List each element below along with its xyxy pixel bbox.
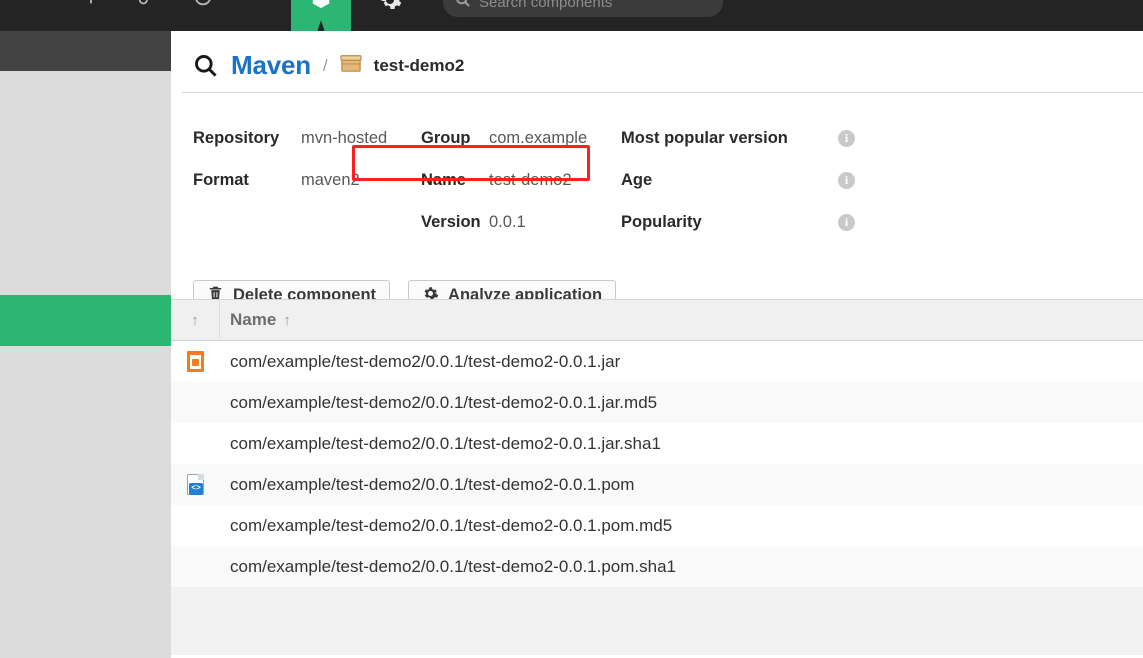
table-row[interactable]: com/example/test-demo2/0.0.1/test-demo2-… (171, 382, 1143, 423)
nav-tab-browse[interactable] (291, 0, 351, 31)
left-sidebar (0, 31, 171, 658)
jar-file-icon (187, 351, 204, 372)
spacer-cell (193, 201, 301, 243)
format-value: maven2 (301, 171, 360, 189)
version-value: 0.0.1 (489, 213, 526, 231)
sort-arrow-up-icon: ↑ (191, 311, 199, 329)
topbar-icon-group (80, 0, 214, 8)
upload-icon[interactable] (80, 0, 102, 8)
search-placeholder: Search components (479, 0, 613, 11)
popularity-label: Popularity (621, 213, 702, 231)
package-icon (340, 53, 362, 78)
popularity-row: Popularity i (621, 201, 855, 243)
table-header-name-column[interactable]: Name ↑ (220, 310, 291, 330)
breadcrumb-component-name: test-demo2 (373, 55, 465, 75)
sidebar-header (0, 31, 171, 71)
server-icon[interactable] (192, 0, 214, 8)
main-content: Maven / test-demo2 Repository mvn-hosted… (171, 31, 1143, 658)
breadcrumb-format-link[interactable]: Maven (231, 50, 311, 81)
search-icon[interactable] (192, 52, 219, 79)
group-label: Group (421, 129, 471, 147)
row-icon-cell: <> (171, 474, 220, 495)
asset-path: com/example/test-demo2/0.0.1/test-demo2-… (230, 351, 621, 371)
component-details: Repository mvn-hosted Group com.example … (193, 117, 855, 243)
table-header-name-label: Name (230, 310, 277, 329)
table-row[interactable]: com/example/test-demo2/0.0.1/test-demo2-… (171, 546, 1143, 587)
name-value: test-demo2 (489, 171, 572, 189)
table-row[interactable]: com/example/test-demo2/0.0.1/test-demo2-… (171, 341, 1143, 382)
asset-path: com/example/test-demo2/0.0.1/test-demo2-… (230, 392, 658, 412)
breadcrumb: Maven / test-demo2 (182, 39, 1143, 93)
xml-file-icon: <> (187, 474, 204, 495)
most-popular-version-row: Most popular version i (621, 117, 855, 159)
most-popular-version-label: Most popular version (621, 129, 788, 147)
repository-value: mvn-hosted (301, 129, 388, 147)
top-application-bar: Search components (0, 0, 1143, 31)
app-screen: Search components Maven / test-demo2 Rep… (0, 0, 1143, 658)
table-header-row: ↑ Name ↑ (171, 299, 1143, 341)
assets-table: ↑ Name ↑ com/example/test-demo2/0.0.1/te… (171, 299, 1143, 655)
info-icon[interactable]: i (838, 171, 855, 189)
asset-path: com/example/test-demo2/0.0.1/test-demo2-… (230, 556, 677, 576)
spacer-cell (301, 201, 421, 243)
sidebar-item-selected[interactable] (0, 295, 171, 346)
table-row[interactable]: com/example/test-demo2/0.0.1/test-demo2-… (171, 505, 1143, 546)
table-header-icon-column[interactable]: ↑ (171, 299, 220, 341)
search-icon (455, 0, 471, 13)
key-icon[interactable] (136, 0, 158, 8)
age-label: Age (621, 171, 653, 189)
age-row: Age i (621, 159, 855, 201)
format-label: Format (193, 171, 249, 189)
group-value: com.example (489, 129, 588, 147)
version-label: Version (421, 213, 481, 231)
gear-icon[interactable] (378, 0, 402, 17)
asset-path: com/example/test-demo2/0.0.1/test-demo2-… (230, 474, 635, 494)
repository-label: Repository (193, 129, 280, 147)
info-icon[interactable]: i (838, 129, 855, 147)
asset-path: com/example/test-demo2/0.0.1/test-demo2-… (230, 515, 673, 535)
info-icon[interactable]: i (838, 213, 855, 231)
name-label: Name (421, 171, 466, 189)
sort-arrow-up-icon: ↑ (283, 311, 291, 329)
table-empty-area (171, 587, 1143, 655)
table-row[interactable]: <> com/example/test-demo2/0.0.1/test-dem… (171, 464, 1143, 505)
asset-path: com/example/test-demo2/0.0.1/test-demo2-… (230, 433, 661, 453)
search-components-box[interactable]: Search components (443, 0, 723, 17)
browse-box-icon (310, 0, 332, 31)
table-row[interactable]: com/example/test-demo2/0.0.1/test-demo2-… (171, 423, 1143, 464)
breadcrumb-separator: / (322, 55, 328, 75)
row-icon-cell (171, 351, 220, 372)
